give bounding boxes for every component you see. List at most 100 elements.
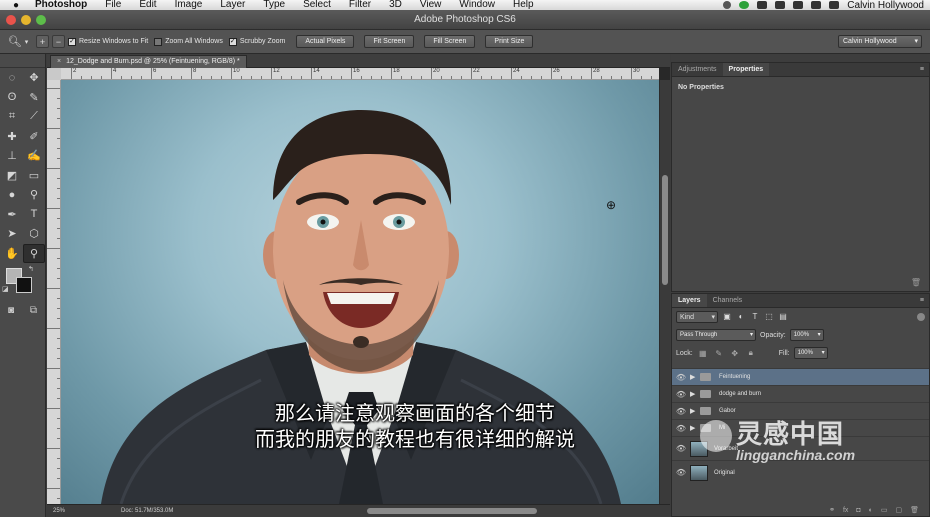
menu-3d[interactable]: 3D — [380, 0, 411, 10]
menu-view[interactable]: View — [411, 0, 451, 10]
opacity-field[interactable]: 100% — [789, 329, 824, 341]
type-tool-icon[interactable]: T — [23, 205, 45, 225]
shape-filter-icon[interactable]: ⬚ — [764, 312, 774, 322]
adjustment-filter-icon[interactable]: ◐ — [736, 312, 746, 322]
shape-tool-icon[interactable]: ⬡ — [23, 224, 45, 244]
trash-icon[interactable]: 🗑︎ — [911, 278, 921, 287]
visibility-eye-icon[interactable]: 👁︎ — [672, 407, 690, 416]
flag-icon[interactable] — [829, 1, 840, 9]
background-color-swatch[interactable] — [16, 277, 32, 293]
document-info[interactable]: Doc: 51.7M/353.0M — [121, 508, 173, 514]
lock-position-icon[interactable]: ✥ — [729, 349, 741, 358]
status-icon[interactable] — [723, 1, 732, 9]
delete-layer-icon[interactable]: 🗑︎ — [910, 506, 919, 514]
visibility-eye-icon[interactable]: 👁︎ — [672, 424, 690, 433]
spot-healing-tool-icon[interactable]: ✚ — [1, 127, 23, 147]
menu-help[interactable]: Help — [504, 0, 543, 10]
panel-menu-icon[interactable]: ≡ — [920, 294, 929, 307]
clone-stamp-tool-icon[interactable]: ⊥ — [1, 146, 23, 166]
wifi-icon[interactable] — [775, 1, 786, 9]
add-mask-icon[interactable]: ◘ — [856, 507, 860, 514]
battery-icon[interactable] — [811, 1, 822, 9]
crop-tool-icon[interactable]: ⌗ — [1, 107, 23, 127]
tab-adjustments[interactable]: Adjustments — [672, 63, 723, 76]
menu-app[interactable]: Photoshop — [26, 0, 96, 10]
menu-edit[interactable]: Edit — [130, 0, 165, 10]
zoom-tool-preset[interactable]: 🔍︎ ▾ — [0, 35, 36, 48]
history-brush-tool-icon[interactable]: ✍ — [23, 146, 45, 166]
new-layer-icon[interactable]: ▢ — [895, 506, 902, 514]
menu-image[interactable]: Image — [166, 0, 212, 10]
menu-filter[interactable]: Filter — [340, 0, 380, 10]
zoom-tool-icon[interactable]: ⚲ — [23, 243, 45, 263]
close-window-button[interactable] — [6, 15, 16, 25]
filter-toggle[interactable] — [917, 313, 925, 321]
menu-select[interactable]: Select — [294, 0, 340, 10]
scrubby-zoom-checkbox[interactable]: ✓ Scrubby Zoom — [228, 37, 285, 46]
visibility-eye-icon[interactable]: 👁︎ — [672, 390, 690, 399]
lock-transparent-icon[interactable]: ▦ — [697, 349, 709, 358]
lasso-tool-icon[interactable]: ʘ — [1, 88, 23, 108]
menu-file[interactable]: File — [96, 0, 130, 10]
zoom-in-button[interactable]: + — [36, 35, 49, 48]
menu-window[interactable]: Window — [450, 0, 504, 10]
filter-kind-select[interactable]: Kind — [676, 311, 718, 323]
zoom-all-windows-checkbox[interactable]: Zoom All Windows — [154, 37, 223, 46]
layer-style-icon[interactable]: fx — [843, 507, 848, 514]
adjustment-layer-icon[interactable]: ◐ — [869, 507, 873, 514]
gradient-tool-icon[interactable]: ▭ — [23, 166, 45, 186]
panel-menu-icon[interactable]: ≡ — [920, 63, 929, 76]
document-tab[interactable]: × 12_Dodge and Burn.psd @ 25% (Feintuenin… — [50, 55, 247, 68]
eraser-tool-icon[interactable]: ◩ — [1, 166, 23, 186]
screen-mode-icon[interactable]: ⧉ — [30, 305, 37, 316]
eyedropper-tool-icon[interactable]: ⟋ — [23, 107, 45, 127]
close-tab-icon[interactable]: × — [57, 58, 61, 65]
vertical-ruler[interactable] — [47, 80, 61, 504]
path-selection-tool-icon[interactable]: ➤ — [1, 224, 23, 244]
layer-row[interactable]: 👁︎ ▶ dodge and burn — [672, 385, 929, 402]
tab-layers[interactable]: Layers — [672, 294, 707, 307]
marquee-tool-icon[interactable]: ◌ — [1, 68, 23, 88]
apple-menu-icon[interactable]: ● — [6, 0, 26, 10]
swap-colors-icon[interactable]: ↰ — [28, 265, 34, 273]
horizontal-scrollbar-thumb[interactable] — [367, 508, 537, 514]
expand-arrow-icon[interactable]: ▶ — [690, 373, 700, 381]
quick-selection-tool-icon[interactable]: ✎ — [23, 88, 45, 108]
dodge-tool-icon[interactable]: ⚲ — [23, 185, 45, 205]
panel-grip[interactable] — [0, 54, 45, 68]
visibility-eye-icon[interactable]: 👁︎ — [672, 373, 690, 382]
hand-tool-icon[interactable]: ✋ — [1, 244, 23, 264]
blend-mode-select[interactable]: Pass Through — [676, 329, 756, 341]
pixel-filter-icon[interactable]: ▣ — [722, 312, 732, 322]
blur-tool-icon[interactable]: ● — [1, 185, 23, 205]
scrollbar-thumb[interactable] — [662, 175, 668, 285]
ruler-origin[interactable] — [47, 68, 61, 80]
tab-properties[interactable]: Properties — [722, 63, 770, 76]
zoom-level-field[interactable]: 25% — [47, 508, 81, 514]
expand-arrow-icon[interactable]: ▶ — [690, 407, 700, 415]
link-layers-icon[interactable]: ⚭ — [829, 506, 835, 514]
move-tool-icon[interactable]: ✥ — [23, 68, 45, 88]
sync-icon[interactable] — [739, 1, 750, 9]
quick-mask-icon[interactable]: ◙ — [8, 305, 14, 316]
actual-pixels-button[interactable]: Actual Pixels — [296, 35, 355, 48]
volume-icon[interactable] — [757, 1, 768, 9]
print-size-button[interactable]: Print Size — [485, 35, 534, 48]
visibility-eye-icon[interactable]: 👁︎ — [672, 444, 690, 453]
visibility-eye-icon[interactable]: 👁︎ — [672, 468, 690, 477]
pen-tool-icon[interactable]: ✒ — [1, 205, 23, 225]
brush-tool-icon[interactable]: ✐ — [23, 127, 45, 147]
new-group-icon[interactable]: ▭ — [881, 506, 888, 514]
tab-channels[interactable]: Channels — [707, 294, 749, 307]
type-filter-icon[interactable]: T — [750, 312, 760, 322]
vertical-scrollbar[interactable] — [659, 80, 670, 504]
layer-row[interactable]: 👁︎ ▶ Feintuening — [672, 368, 929, 385]
zoom-window-button[interactable] — [36, 15, 46, 25]
menu-user[interactable]: Calvin Hollywood — [847, 0, 924, 10]
menu-layer[interactable]: Layer — [211, 0, 254, 10]
expand-arrow-icon[interactable]: ▶ — [690, 424, 700, 432]
smart-object-filter-icon[interactable]: ▤ — [778, 312, 788, 322]
workspace-switcher[interactable]: Calvin Hollywood — [838, 35, 922, 48]
lock-all-icon[interactable]: 🔒︎ — [745, 348, 757, 358]
fill-screen-button[interactable]: Fill Screen — [424, 35, 476, 48]
